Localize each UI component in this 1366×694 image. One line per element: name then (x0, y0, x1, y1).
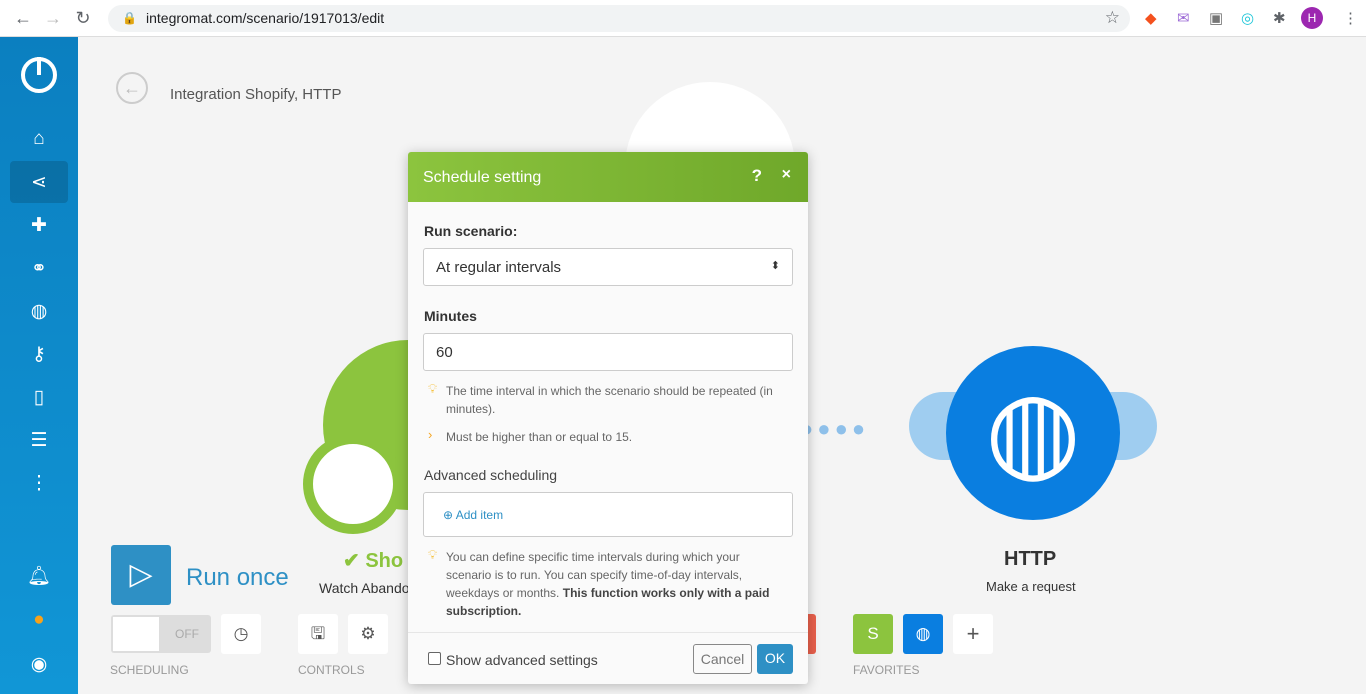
chevron-right-icon: › (428, 427, 433, 442)
minutes-hint: The time interval in which the scenario … (446, 384, 773, 416)
help-icon[interactable]: ● (10, 599, 68, 641)
notifications-icon[interactable]: 🔔︎ (10, 555, 68, 597)
minutes-label: Minutes (424, 308, 477, 324)
schedule-clock-button[interactable]: ◷ (221, 614, 261, 654)
plus-circle-icon: ⊕ (443, 508, 454, 522)
devices-icon[interactable]: ▯ (10, 376, 68, 418)
integromat-logo[interactable] (21, 57, 57, 93)
reload-icon[interactable]: ↻ (68, 8, 98, 29)
close-icon[interactable]: × (782, 166, 791, 184)
keys-icon[interactable]: ⚷ (10, 333, 68, 375)
connections-icon[interactable]: ⚭ (10, 247, 68, 289)
add-item-label: Add item (455, 508, 504, 522)
save-button[interactable]: 🖫 (298, 614, 338, 654)
add-item-button[interactable]: ⊕ Add item (443, 508, 503, 522)
run-scenario-label: Run scenario: (424, 223, 518, 239)
star-icon[interactable]: ☆ (1105, 8, 1120, 28)
home-icon[interactable]: ⌂ (10, 118, 68, 160)
dialog-header: Schedule setting ? × (408, 152, 808, 202)
back-icon[interactable]: ← (8, 8, 38, 29)
ok-button[interactable]: OK (757, 644, 793, 674)
scheduling-toggle[interactable]: OFF (111, 615, 211, 653)
favorite-http[interactable]: ◍ (903, 614, 943, 654)
advanced-scheduling-label: Advanced scheduling (424, 467, 558, 483)
lightbulb-icon: 💡︎ (428, 381, 438, 396)
puzzle-icon[interactable]: ✱ (1273, 9, 1286, 27)
http-module-subtitle: Make a request (986, 579, 1076, 594)
browser-toolbar: ← → ↻ 🔒 integromat.com/scenario/1917013/e… (0, 0, 1366, 37)
add-favorite-button[interactable]: + (953, 614, 993, 654)
run-scenario-value: At regular intervals (436, 259, 562, 276)
settings-button[interactable]: ⚙ (348, 614, 388, 654)
advanced-scheduling-box: ⊕ Add item (423, 492, 793, 537)
lock-icon: 🔒 (122, 11, 137, 25)
datastores-icon[interactable]: ☰ (10, 419, 68, 461)
advanced-hint: You can define specific time intervals d… (446, 548, 786, 620)
schedule-setting-dialog: Schedule setting ? × Run scenario: At re… (408, 152, 808, 684)
dialog-footer: Show advanced settings Cancel OK (408, 632, 808, 684)
dialog-title: Schedule setting (423, 169, 542, 186)
scheduling-caption: SCHEDULING (110, 663, 189, 677)
lightbulb-icon: 💡︎ (428, 547, 438, 562)
minutes-validation: Must be higher than or equal to 15. (446, 430, 633, 444)
cancel-button[interactable]: Cancel (693, 644, 752, 674)
http-module[interactable]: ◍ (946, 346, 1120, 520)
profile-avatar[interactable]: H (1301, 7, 1323, 29)
back-button[interactable]: ← (116, 72, 148, 104)
minutes-value: 60 (436, 344, 453, 361)
toggle-state: OFF (175, 627, 199, 641)
scenario-title[interactable]: Integration Shopify, HTTP (170, 86, 341, 103)
shopify-module-subtitle: Watch Abando (319, 580, 410, 596)
more-icon[interactable]: ⋮ (10, 462, 68, 504)
mail-icon[interactable]: ✉ (1177, 9, 1190, 27)
scenarios-icon[interactable]: ⋖ (10, 161, 68, 203)
sidebar: ⌂ ⋖ ✚ ⚭ ◍ ⚷ ▯ ☰ ⋮ 🔔︎ ● ◉ (0, 37, 78, 694)
run-scenario-select[interactable]: At regular intervals ⬍ (423, 248, 793, 286)
extension-icon[interactable]: ◆ (1145, 9, 1157, 27)
templates-icon[interactable]: ✚ (10, 204, 68, 246)
minutes-input[interactable]: 60 (423, 333, 793, 371)
menu-icon[interactable]: ⋮ (1343, 9, 1358, 27)
controls-caption: CONTROLS (298, 663, 365, 677)
url-text: integromat.com/scenario/1917013/edit (146, 10, 385, 26)
address-bar[interactable]: 🔒 integromat.com/scenario/1917013/edit ☆ (108, 5, 1130, 32)
extension-icon[interactable]: ◎ (1241, 9, 1254, 27)
connection-dots[interactable]: ●●●● (800, 416, 869, 442)
shopify-module-name: ✔ Sho (343, 550, 404, 572)
http-module-name: HTTP (1004, 548, 1057, 570)
user-avatar[interactable]: ◉ (10, 643, 68, 685)
webhooks-icon[interactable]: ◍ (10, 290, 68, 332)
clock-icon[interactable] (303, 434, 403, 534)
camera-icon[interactable]: ▣ (1209, 9, 1223, 27)
favorites-caption: FAVORITES (853, 663, 920, 677)
run-once-label[interactable]: Run once (186, 564, 289, 592)
select-arrows-icon: ⬍ (770, 260, 780, 272)
run-once-button[interactable]: ▷ (111, 545, 171, 605)
favorite-shopify[interactable]: S (853, 614, 893, 654)
help-icon[interactable]: ? (752, 166, 762, 186)
forward-icon[interactable]: → (38, 8, 68, 29)
show-advanced-checkbox[interactable] (428, 652, 441, 665)
show-advanced-label[interactable]: Show advanced settings (446, 652, 598, 668)
